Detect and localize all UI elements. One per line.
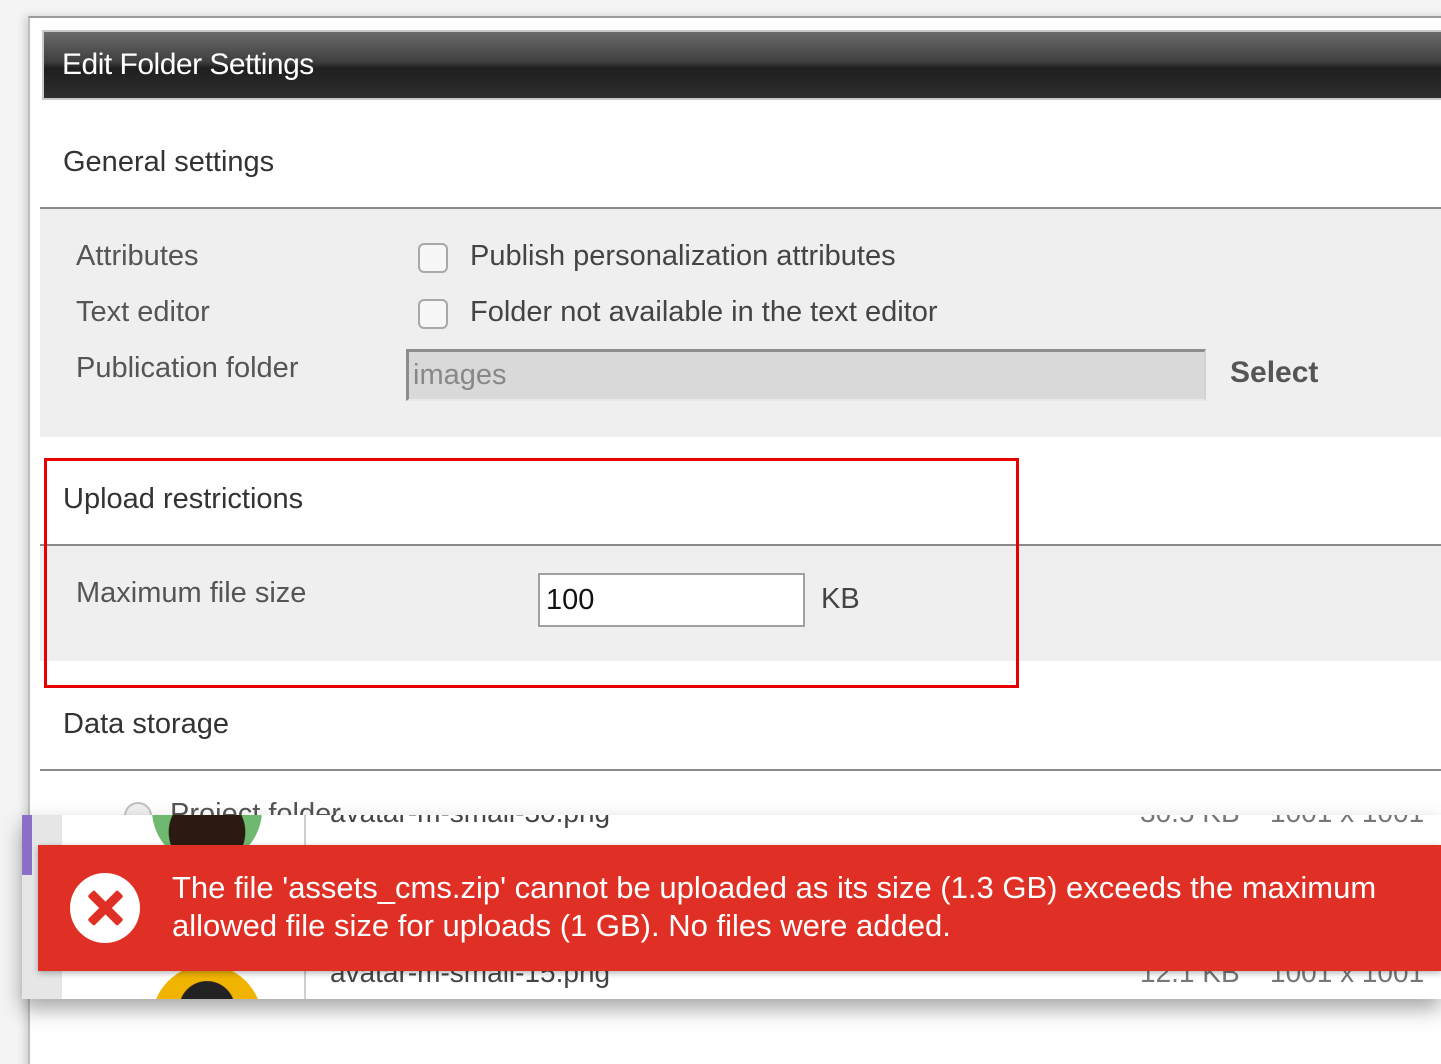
dialog-title: Edit Folder Settings	[62, 48, 314, 81]
data-storage-heading: Data storage	[63, 708, 230, 740]
publication-folder-label: Publication folder	[76, 352, 299, 384]
attributes-label: Attributes	[76, 240, 199, 272]
text-editor-checkbox[interactable]	[418, 299, 448, 329]
dialog-titlebar[interactable]: Edit Folder Settings	[42, 30, 1441, 100]
file-dimensions: 1001 x 1001	[1270, 815, 1424, 829]
publication-folder-input[interactable]	[406, 349, 1206, 401]
selection-marker	[22, 815, 32, 875]
error-toast-message: The file 'assets_cms.zip' cannot be uplo…	[172, 870, 1377, 943]
select-folder-button[interactable]: Select	[1230, 356, 1318, 390]
text-editor-checkbox-label[interactable]: Folder not available in the text editor	[470, 296, 938, 329]
file-name[interactable]: avatar-m-small-30.png	[330, 815, 610, 829]
publish-attributes-checkbox[interactable]	[418, 243, 448, 273]
general-settings-heading: General settings	[63, 146, 275, 178]
file-size: 30.5 KB	[1140, 815, 1240, 829]
error-x-icon[interactable]	[70, 873, 140, 943]
highlight-annotation-box	[44, 458, 1019, 688]
error-toast[interactable]: The file 'assets_cms.zip' cannot be uplo…	[38, 845, 1441, 971]
text-editor-label: Text editor	[76, 296, 210, 328]
publish-attributes-label[interactable]: Publish personalization attributes	[470, 240, 896, 273]
section-divider	[40, 769, 1441, 771]
